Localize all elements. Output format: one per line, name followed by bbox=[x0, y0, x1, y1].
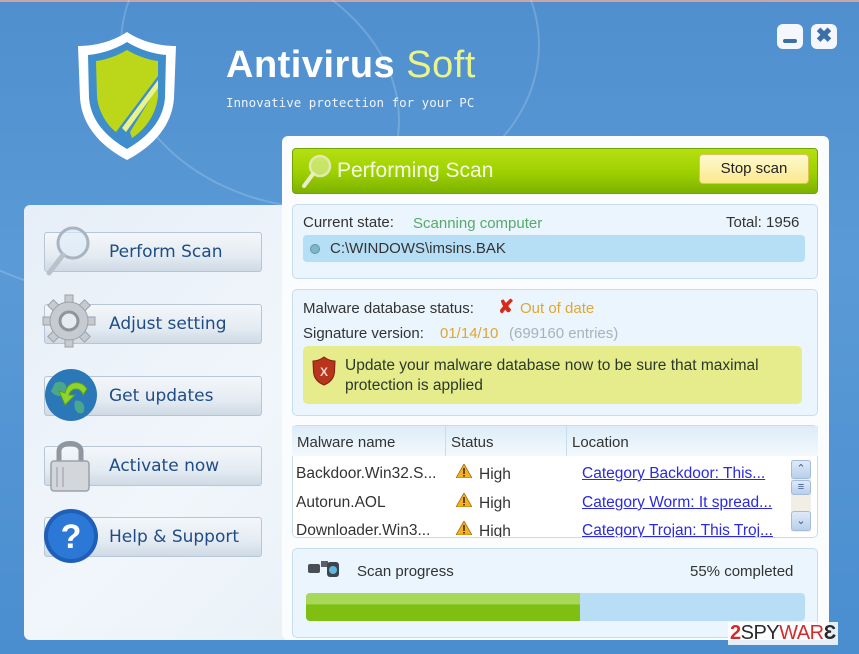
column-divider bbox=[566, 426, 567, 456]
app-title: Antivirus Soft bbox=[226, 44, 476, 87]
sidebar-item-label: Perform Scan bbox=[109, 242, 223, 262]
sidebar-item-label: Activate now bbox=[109, 456, 220, 476]
sidebar-item-perform-scan[interactable]: Perform Scan bbox=[44, 226, 262, 276]
signature-date: 01/14/10 bbox=[440, 325, 499, 342]
sidebar-item-help-support[interactable]: ? Help & Support bbox=[44, 509, 262, 563]
update-warning-line1: Update your malware database now to be s… bbox=[345, 357, 759, 374]
sidebar-item-label: Get updates bbox=[109, 386, 214, 406]
binoculars-icon bbox=[308, 561, 339, 577]
watermark: 2SPYWARƐ bbox=[728, 622, 838, 645]
minimize-icon bbox=[783, 38, 797, 43]
svg-text:?: ? bbox=[61, 518, 82, 556]
scroll-thumb[interactable]: ≡ bbox=[791, 480, 811, 495]
database-status-label: Malware database status: bbox=[303, 300, 474, 317]
signature-entries: (699160 entries) bbox=[509, 325, 619, 342]
column-header-status[interactable]: Status bbox=[451, 434, 494, 451]
current-file-path: C:\WINDOWS\imsins.BAK bbox=[330, 240, 506, 257]
shield-logo-icon bbox=[78, 32, 176, 160]
sidebar-item-get-updates[interactable]: Get updates bbox=[44, 369, 262, 421]
database-status-value: Out of date bbox=[520, 300, 595, 317]
scroll-down-button[interactable]: ⌄ bbox=[791, 511, 811, 531]
warning-icon bbox=[456, 493, 472, 507]
svg-text:X: X bbox=[320, 365, 328, 379]
warning-icon bbox=[456, 464, 472, 478]
signature-label: Signature version: bbox=[303, 325, 424, 342]
close-icon: ✖ bbox=[815, 25, 833, 47]
update-warning-box bbox=[303, 346, 802, 404]
sidebar-item-activate-now[interactable]: Activate now bbox=[44, 441, 262, 492]
threat-location-link[interactable]: Category Backdoor: This... bbox=[582, 465, 765, 483]
threat-location-link[interactable]: Category Trojan: This Troj... bbox=[582, 522, 773, 537]
app-title-main: Antivirus bbox=[226, 44, 396, 86]
gear-icon bbox=[42, 294, 96, 348]
globe-update-icon bbox=[45, 369, 97, 421]
watermark-part: SPY bbox=[740, 622, 780, 644]
help-icon: ? bbox=[44, 509, 98, 563]
watermark-part: 2 bbox=[730, 622, 741, 644]
padlock-icon bbox=[50, 441, 90, 492]
column-header-malware-name[interactable]: Malware name bbox=[297, 434, 395, 451]
sidebar-item-adjust-setting[interactable]: Adjust setting bbox=[42, 294, 262, 348]
scan-progress-bar bbox=[306, 593, 805, 621]
sidebar-item-label: Adjust setting bbox=[109, 314, 227, 334]
scan-progress-fill bbox=[306, 593, 581, 621]
malware-name: Downloader.Win3... bbox=[296, 522, 431, 537]
scan-title: Performing Scan bbox=[337, 159, 494, 182]
watermark-part: Ɛ bbox=[823, 622, 837, 644]
minimize-button[interactable] bbox=[777, 24, 803, 49]
out-of-date-x-icon: ✘ bbox=[498, 297, 514, 318]
watermark-part: WAR bbox=[779, 622, 824, 644]
magnifier-icon bbox=[46, 226, 90, 276]
close-button[interactable]: ✖ bbox=[811, 24, 837, 49]
status-dot-icon bbox=[310, 244, 320, 254]
scan-progress-percent: 55% completed bbox=[690, 563, 794, 580]
malware-name: Backdoor.Win32.S... bbox=[296, 465, 437, 482]
total-count: Total: 1956 bbox=[726, 214, 800, 231]
threat-status: High bbox=[479, 495, 511, 512]
app-title-accent: Soft bbox=[406, 44, 476, 86]
shield-x-icon: X bbox=[312, 356, 336, 386]
threat-location-link[interactable]: Category Worm: It spread... bbox=[582, 494, 772, 512]
threat-status: High bbox=[479, 523, 511, 537]
update-warning-line2: protection is applied bbox=[345, 377, 483, 394]
current-state-value: Scanning computer bbox=[413, 215, 543, 232]
current-state-label: Current state: bbox=[303, 214, 394, 231]
threat-status: High bbox=[479, 466, 511, 483]
sidebar-item-label: Help & Support bbox=[109, 527, 240, 547]
app-tagline: Innovative protection for your PC bbox=[226, 95, 475, 110]
scan-progress-label: Scan progress bbox=[357, 563, 454, 580]
malware-name: Autorun.AOL bbox=[296, 494, 386, 511]
table-row[interactable]: Downloader.Win3... High Category Trojan:… bbox=[292, 518, 787, 537]
scroll-up-button[interactable]: ⌃ bbox=[791, 460, 811, 479]
magnifier-icon bbox=[302, 154, 332, 188]
warning-icon bbox=[456, 521, 472, 535]
stop-scan-button[interactable]: Stop scan bbox=[699, 154, 809, 184]
column-divider bbox=[445, 426, 446, 456]
column-header-location[interactable]: Location bbox=[572, 434, 629, 451]
